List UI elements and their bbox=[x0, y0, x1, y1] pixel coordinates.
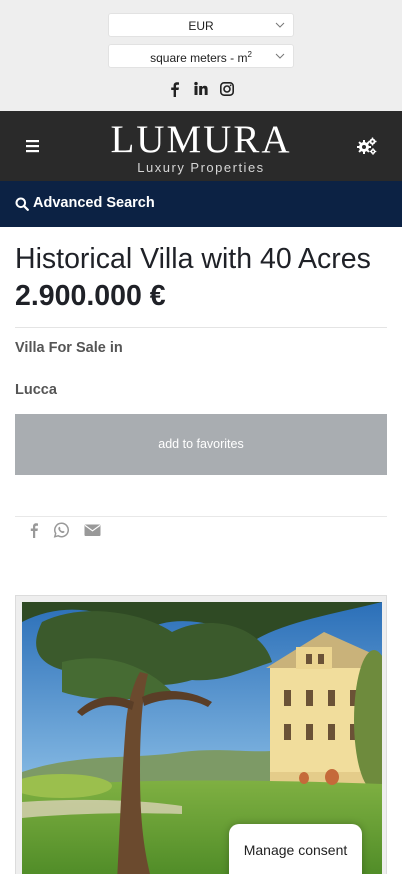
logo-brand: LUMURA bbox=[110, 118, 292, 161]
whatsapp-icon[interactable] bbox=[53, 522, 70, 543]
listing-city[interactable]: Lucca bbox=[15, 382, 387, 398]
email-icon[interactable] bbox=[84, 523, 101, 542]
logo-tagline: Luxury Properties bbox=[137, 160, 265, 175]
add-to-favorites-button[interactable]: add to favorites bbox=[15, 414, 387, 475]
chevron-down-icon bbox=[275, 22, 285, 28]
listing-price: 2.900.000 € bbox=[15, 280, 166, 312]
search-icon bbox=[15, 197, 29, 211]
manage-consent-button[interactable]: Manage consent bbox=[229, 824, 362, 874]
divider bbox=[15, 516, 387, 517]
settings-gears-icon[interactable] bbox=[356, 136, 378, 156]
units-select[interactable]: square meters - m2 bbox=[108, 44, 294, 68]
currency-select[interactable]: EUR bbox=[108, 13, 294, 37]
advanced-search-label: Advanced Search bbox=[33, 195, 155, 211]
facebook-icon[interactable] bbox=[29, 522, 39, 543]
social-links bbox=[0, 81, 402, 97]
currency-value: EUR bbox=[188, 19, 214, 33]
listing-content: Historical Villa with 40 Acres 2.900.000… bbox=[0, 239, 402, 543]
units-value: square meters - m2 bbox=[150, 50, 252, 65]
top-bar: EUR square meters - m2 bbox=[0, 0, 402, 111]
facebook-icon[interactable] bbox=[168, 81, 182, 97]
hamburger-menu-icon[interactable] bbox=[24, 138, 42, 154]
advanced-search-bar[interactable]: Advanced Search bbox=[0, 181, 402, 227]
instagram-icon[interactable] bbox=[220, 81, 234, 97]
listing-type: Villa For Sale in bbox=[15, 340, 123, 356]
linkedin-icon[interactable] bbox=[194, 81, 208, 97]
site-logo[interactable]: LUMURA Luxury Properties bbox=[96, 118, 306, 176]
listing-title: Historical Villa with 40 Acres bbox=[15, 243, 371, 275]
site-header: LUMURA Luxury Properties bbox=[0, 111, 402, 181]
divider bbox=[15, 327, 387, 328]
share-links bbox=[15, 521, 387, 543]
chevron-down-icon bbox=[275, 53, 285, 59]
